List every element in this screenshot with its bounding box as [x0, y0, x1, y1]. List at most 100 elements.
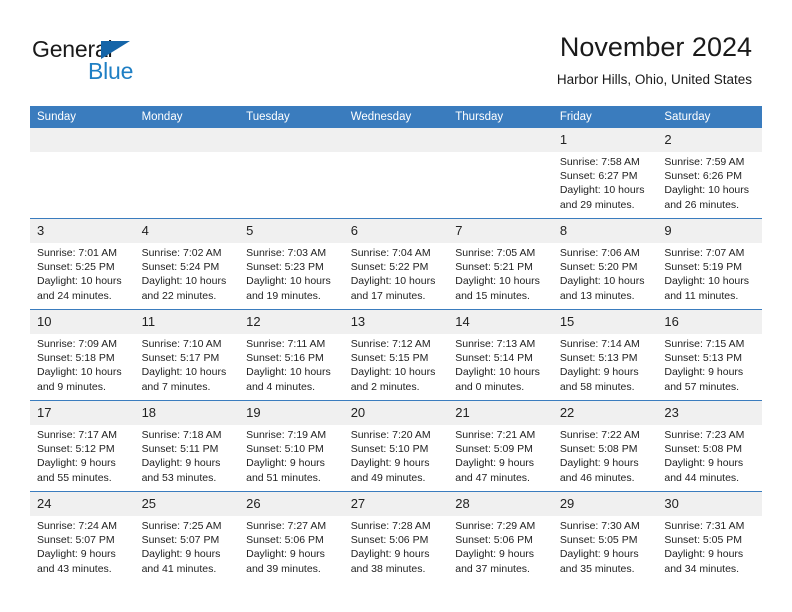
calendar-day-cell[interactable]: 20 Sunrise: 7:20 AM Sunset: 5:10 PM Dayligh… — [343, 400, 449, 492]
calendar-day-cell[interactable]: 19 Sunrise: 7:19 AM Sunset: 5:10 PM Dayligh… — [239, 400, 344, 492]
daylight-text-line1: Daylight: 10 hours — [559, 275, 645, 288]
daylight-text-line2: and 43 minutes. — [37, 562, 112, 575]
day-sun-info: Sunrise: 7:23 AM Sunset: 5:08 PM Daylight:… — [657, 425, 762, 485]
daylight-text-line1: Daylight: 10 hours — [246, 366, 331, 379]
calendar-day-cell[interactable]: 5 Sunrise: 7:03 AM Sunset: 5:23 PM Daylight… — [239, 218, 344, 310]
weekday-header-row: Sunday Monday Tuesday Wednesday Thursday… — [30, 106, 762, 128]
daylight-text-line1: Daylight: 9 hours — [664, 366, 744, 379]
daylight-text-line2: and 2 minutes. — [350, 380, 420, 393]
sunset-text: Sunset: 5:22 PM — [350, 261, 429, 274]
daylight-text-line1: Daylight: 9 hours — [141, 548, 221, 561]
daylight-text-line2: and 44 minutes. — [664, 471, 740, 484]
calendar-day-cell[interactable]: 3 Sunrise: 7:01 AM Sunset: 5:25 PM Daylight… — [30, 218, 135, 310]
daylight-text-line2: and 51 minutes. — [246, 471, 321, 484]
daylight-text-line2: and 13 minutes. — [559, 289, 635, 302]
sunset-text: Sunset: 5:11 PM — [141, 443, 219, 456]
calendar-day-cell[interactable]: 12 Sunrise: 7:11 AM Sunset: 5:16 PM Dayligh… — [239, 309, 344, 401]
daylight-text-line2: and 58 minutes. — [559, 380, 635, 393]
daylight-text-line2: and 37 minutes. — [455, 562, 530, 575]
daylight-text-line2: and 26 minutes. — [664, 198, 740, 211]
daylight-text-line1: Daylight: 10 hours — [350, 275, 436, 288]
day-number: 4 — [134, 219, 240, 243]
calendar-day-cell[interactable]: 13 Sunrise: 7:12 AM Sunset: 5:15 PM Dayligh… — [343, 309, 449, 401]
day-number: 6 — [343, 219, 449, 243]
day-number: 9 — [657, 219, 762, 243]
calendar-day-cell[interactable]: 10 Sunrise: 7:09 AM Sunset: 5:18 PM Dayligh… — [30, 309, 135, 401]
calendar-day-cell[interactable]: 9 Sunrise: 7:07 AM Sunset: 5:19 PM Daylight… — [657, 218, 762, 310]
day-sun-info: Sunrise: 7:15 AM Sunset: 5:13 PM Daylight:… — [657, 334, 762, 394]
sunrise-text: Sunrise: 7:25 AM — [141, 520, 222, 532]
day-number: 24 — [30, 492, 135, 516]
calendar-day-cell[interactable]: 21 Sunrise: 7:21 AM Sunset: 5:09 PM Dayligh… — [448, 400, 553, 492]
page-header: General Blue November 2024 Harbor Hills,… — [0, 0, 792, 106]
sunset-text: Sunset: 5:08 PM — [559, 443, 638, 456]
sunset-text: Sunset: 5:05 PM — [559, 534, 638, 547]
calendar-day-cell[interactable]: 29 Sunrise: 7:30 AM Sunset: 5:05 PM Dayligh… — [552, 491, 658, 582]
day-sun-info: Sunrise: 7:20 AM Sunset: 5:10 PM Daylight:… — [344, 425, 449, 485]
daylight-text-line1: Daylight: 9 hours — [37, 548, 116, 561]
day-number: 14 — [448, 310, 553, 334]
calendar-day-cell[interactable]: 30 Sunrise: 7:31 AM Sunset: 5:05 PM Dayligh… — [657, 491, 762, 582]
sunrise-text: Sunrise: 7:31 AM — [664, 520, 745, 532]
day-number: 23 — [657, 401, 762, 425]
daylight-text-line2: and 47 minutes. — [455, 471, 530, 484]
weekday-header-thursday: Thursday — [448, 106, 553, 128]
sunset-text: Sunset: 5:13 PM — [664, 352, 743, 365]
calendar-day-cell[interactable]: 28 Sunrise: 7:29 AM Sunset: 5:06 PM Dayligh… — [448, 491, 553, 582]
calendar-day-cell[interactable]: 24 Sunrise: 7:24 AM Sunset: 5:07 PM Dayligh… — [30, 491, 135, 582]
calendar-day-cell[interactable]: 1 Sunrise: 7:58 AM Sunset: 6:27 PM Daylight… — [552, 128, 658, 219]
sunrise-text: Sunrise: 7:23 AM — [664, 429, 745, 441]
day-sun-info: Sunrise: 7:17 AM Sunset: 5:12 PM Daylight:… — [30, 425, 135, 485]
calendar-day-cell[interactable]: 27 Sunrise: 7:28 AM Sunset: 5:06 PM Dayligh… — [343, 491, 449, 582]
day-number: 10 — [30, 310, 135, 334]
calendar-day-cell[interactable]: 16 Sunrise: 7:15 AM Sunset: 5:13 PM Dayligh… — [657, 309, 762, 401]
day-sun-info: Sunrise: 7:12 AM Sunset: 5:15 PM Daylight:… — [344, 334, 449, 394]
daylight-text-line1: Daylight: 9 hours — [559, 366, 639, 379]
calendar-day-cell-empty — [30, 128, 135, 219]
calendar-day-cell[interactable]: 23 Sunrise: 7:23 AM Sunset: 5:08 PM Dayligh… — [657, 400, 762, 492]
day-sun-info: Sunrise: 7:18 AM Sunset: 5:11 PM Daylight:… — [135, 425, 240, 485]
daylight-text-line1: Daylight: 10 hours — [455, 366, 540, 379]
sunrise-text: Sunrise: 7:17 AM — [37, 429, 117, 441]
calendar-day-cell[interactable]: 14 Sunrise: 7:13 AM Sunset: 5:14 PM Dayligh… — [448, 309, 553, 401]
day-sun-info: Sunrise: 7:10 AM Sunset: 5:17 PM Daylight:… — [135, 334, 240, 394]
calendar-week-row: 17 Sunrise: 7:17 AM Sunset: 5:12 PM Dayligh… — [30, 400, 762, 492]
calendar-day-cell[interactable]: 4 Sunrise: 7:02 AM Sunset: 5:24 PM Daylight… — [134, 218, 240, 310]
generalblue-logo[interactable]: General Blue — [32, 36, 172, 84]
sunset-text: Sunset: 5:18 PM — [37, 352, 115, 365]
day-number: 26 — [239, 492, 344, 516]
sunset-text: Sunset: 5:19 PM — [664, 261, 743, 274]
calendar-week-row: 24 Sunrise: 7:24 AM Sunset: 5:07 PM Dayligh… — [30, 491, 762, 582]
day-sun-info: Sunrise: 7:30 AM Sunset: 5:05 PM Daylight:… — [553, 516, 658, 576]
calendar-day-cell[interactable]: 7 Sunrise: 7:05 AM Sunset: 5:21 PM Daylight… — [448, 218, 553, 310]
day-number: 13 — [343, 310, 449, 334]
sunrise-text: Sunrise: 7:03 AM — [246, 247, 327, 259]
sunrise-text: Sunrise: 7:05 AM — [455, 247, 536, 259]
day-sun-info: Sunrise: 7:14 AM Sunset: 5:13 PM Daylight:… — [553, 334, 658, 394]
calendar-day-cell[interactable]: 6 Sunrise: 7:04 AM Sunset: 5:22 PM Daylight… — [343, 218, 449, 310]
calendar-day-cell[interactable]: 18 Sunrise: 7:18 AM Sunset: 5:11 PM Dayligh… — [134, 400, 240, 492]
daylight-text-line2: and 0 minutes. — [455, 380, 525, 393]
calendar-day-cell[interactable]: 22 Sunrise: 7:22 AM Sunset: 5:08 PM Dayligh… — [552, 400, 658, 492]
calendar-day-cell[interactable]: 8 Sunrise: 7:06 AM Sunset: 5:20 PM Daylight… — [552, 218, 658, 310]
calendar-day-cell[interactable]: 26 Sunrise: 7:27 AM Sunset: 5:06 PM Dayligh… — [239, 491, 344, 582]
daylight-text-line2: and 9 minutes. — [37, 380, 106, 393]
sunrise-text: Sunrise: 7:29 AM — [455, 520, 536, 532]
calendar-day-cell[interactable]: 17 Sunrise: 7:17 AM Sunset: 5:12 PM Dayligh… — [30, 400, 135, 492]
calendar-day-cell[interactable]: 11 Sunrise: 7:10 AM Sunset: 5:17 PM Dayligh… — [134, 309, 240, 401]
sunset-text: Sunset: 5:23 PM — [246, 261, 324, 274]
calendar-day-cell[interactable]: 25 Sunrise: 7:25 AM Sunset: 5:07 PM Dayligh… — [134, 491, 240, 582]
daylight-text-line1: Daylight: 10 hours — [350, 366, 436, 379]
daylight-text-line1: Daylight: 10 hours — [37, 366, 122, 379]
calendar-week-row: 10 Sunrise: 7:09 AM Sunset: 5:18 PM Dayligh… — [30, 309, 762, 401]
daylight-text-line2: and 55 minutes. — [37, 471, 112, 484]
sunrise-text: Sunrise: 7:06 AM — [559, 247, 640, 259]
calendar-day-cell[interactable]: 2 Sunrise: 7:59 AM Sunset: 6:26 PM Daylight… — [657, 128, 762, 219]
day-number — [239, 128, 344, 152]
daylight-text-line1: Daylight: 9 hours — [559, 457, 639, 470]
calendar-day-cell[interactable]: 15 Sunrise: 7:14 AM Sunset: 5:13 PM Dayligh… — [552, 309, 658, 401]
day-sun-info: Sunrise: 7:01 AM Sunset: 5:25 PM Daylight:… — [30, 243, 135, 303]
day-sun-info: Sunrise: 7:24 AM Sunset: 5:07 PM Daylight:… — [30, 516, 135, 576]
daylight-text-line2: and 22 minutes. — [141, 289, 217, 302]
day-sun-info: Sunrise: 7:28 AM Sunset: 5:06 PM Daylight:… — [344, 516, 449, 576]
